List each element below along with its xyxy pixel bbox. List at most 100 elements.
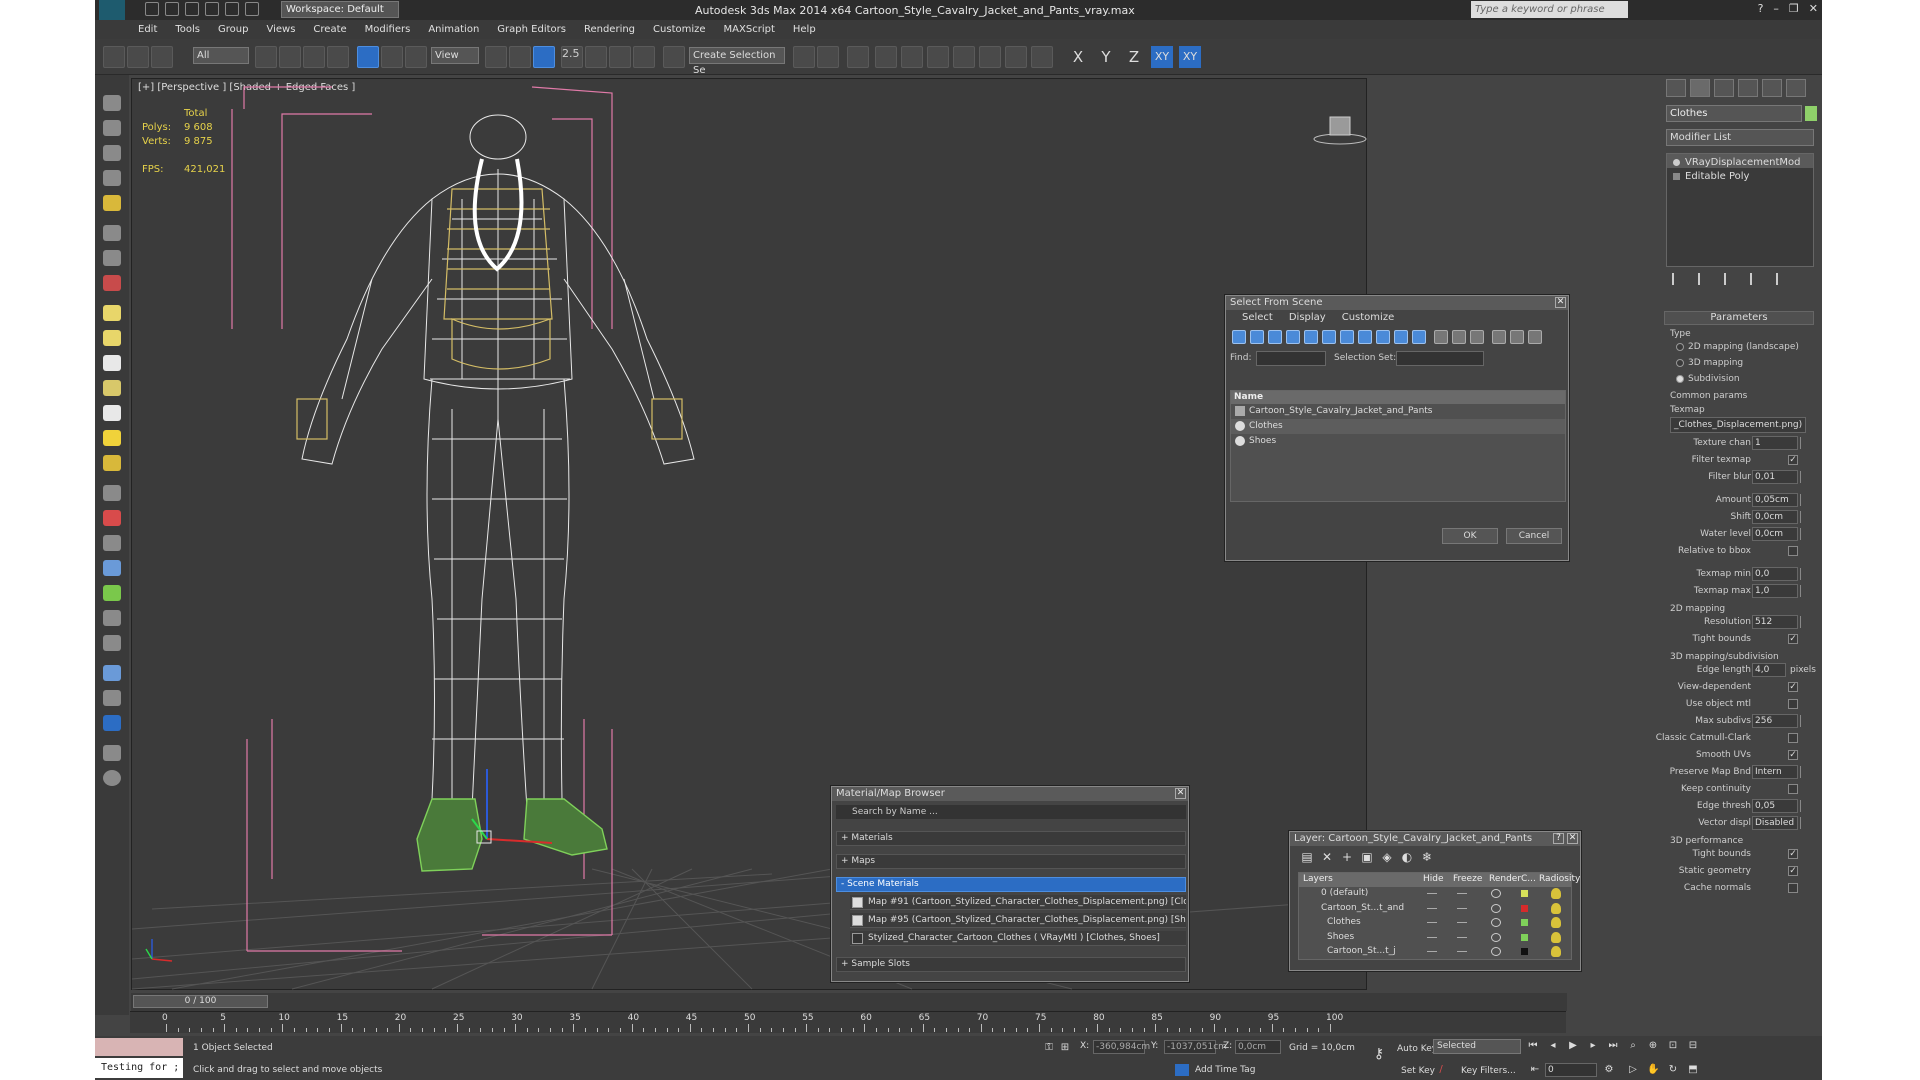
layer-row[interactable]: Clothes [1299,916,1571,931]
cone-icon[interactable] [103,405,121,421]
window-crossing-icon[interactable] [327,46,349,68]
zoom-extents-all-icon[interactable]: ⊟ [1687,1040,1699,1052]
spinner-arrows-icon[interactable] [1800,766,1806,778]
hide-toggle[interactable] [1427,922,1437,923]
create-grid-icon[interactable] [103,170,121,186]
minimize-icon[interactable]: – [1773,2,1779,15]
render-teapot-icon[interactable] [1491,889,1501,898]
time-slider-track[interactable]: 0 / 100 [131,993,1567,1011]
bind-space-warp-icon[interactable] [151,46,173,68]
previous-frame-icon[interactable]: ◂ [1547,1040,1559,1052]
select-object-icon[interactable] [255,46,277,68]
hair-icon[interactable] [103,635,121,651]
ok-button[interactable]: OK [1442,528,1498,544]
menu-modifiers[interactable]: Modifiers [356,20,420,39]
freeze-toggle[interactable] [1457,936,1467,938]
param-checkbox[interactable]: ✓ [1788,849,1798,859]
select-by-name-icon[interactable] [279,46,301,68]
pin-stack-icon[interactable] [1672,273,1682,285]
menu-group[interactable]: Group [209,20,257,39]
light-icon[interactable] [103,195,121,211]
spinner-arrows-icon[interactable] [1800,817,1806,829]
layer-row[interactable]: Cartoon_St...t_and [1299,902,1571,917]
layer-color-swatch[interactable] [1521,904,1528,912]
zoom-extents-icon[interactable]: ⊡ [1667,1040,1679,1052]
object-name-field[interactable]: Clothes [1666,105,1802,122]
select-and-rotate-icon[interactable] [381,46,403,68]
section-materials[interactable]: + Materials [836,831,1186,846]
orbit-icon[interactable]: ↻ [1667,1064,1679,1076]
time-config-icon[interactable]: ⚙ [1603,1064,1615,1076]
close-icon[interactable]: ✕ [1555,297,1566,308]
pivot-center-icon[interactable] [485,46,507,68]
time-tag-icon[interactable] [1175,1064,1189,1076]
col-color[interactable]: C... [1521,874,1536,884]
menu-edit[interactable]: Edit [129,20,166,39]
render-production-icon[interactable] [1005,46,1027,68]
radio-subdivision[interactable]: Subdivision [1664,371,1815,387]
link-icon[interactable] [103,46,125,68]
name-column-header[interactable]: Name [1231,391,1565,404]
axis-xy-cycle-button[interactable]: XY [1179,46,1201,68]
open-file-icon[interactable] [165,2,179,16]
render-teapot-icon[interactable] [1491,918,1501,927]
add-to-layer-icon[interactable]: + [1340,850,1354,864]
angle-snap-icon[interactable] [585,46,607,68]
menu-customize[interactable]: Customize [1334,310,1403,326]
hide-toggle[interactable] [1427,907,1437,909]
create-layer-icon[interactable]: ▤ [1300,850,1314,864]
display-all-icon[interactable] [1434,330,1448,344]
param-checkbox[interactable] [1788,699,1798,709]
select-and-scale-icon[interactable] [405,46,427,68]
display-shapes-icon[interactable] [1250,330,1264,344]
key-icon[interactable]: ⚷ [1373,1047,1385,1061]
save-file-icon[interactable] [185,2,199,16]
display-geometry-icon[interactable] [1232,330,1246,344]
list-item[interactable]: Shoes [1231,434,1565,449]
torus-icon[interactable] [103,380,121,396]
menu-customize[interactable]: Customize [644,20,715,39]
layer-manager-icon[interactable] [847,46,869,68]
axis-z-button[interactable]: Z [1123,46,1145,68]
list-item[interactable]: Clothes [1231,419,1565,434]
absolute-mode-icon[interactable]: ⊞ [1059,1042,1071,1054]
param-spinner-field[interactable]: 4,0 [1752,663,1786,677]
radiosity-bulb-icon[interactable] [1551,902,1561,914]
maxscript-listener-input[interactable]: Testing for ; [95,1058,183,1078]
find-input[interactable] [1256,351,1326,366]
create-plane-icon[interactable] [103,145,121,161]
radiosity-bulb-icon[interactable] [1551,888,1561,899]
spinner-arrows-icon[interactable] [1800,494,1806,506]
selection-filter-dropdown[interactable]: All [193,47,249,64]
spinner-arrows-icon[interactable] [1800,568,1806,580]
col-radiosity[interactable]: Radiosity [1539,874,1580,884]
default-in-out-icon[interactable]: / [1435,1064,1447,1076]
spinner-arrows-icon[interactable] [1800,616,1806,628]
radio-2d-mapping[interactable]: 2D mapping (landscape) [1664,339,1815,355]
maximize-viewport-icon[interactable]: ⬒ [1687,1064,1699,1076]
scripts-icon[interactable] [103,690,121,706]
freeze-toggle[interactable] [1457,907,1467,909]
bulb-icon[interactable] [1673,159,1680,166]
layer-color-swatch[interactable] [1521,948,1528,955]
new-file-icon[interactable] [145,2,159,16]
key-selection-dropdown[interactable]: Selected [1433,1039,1521,1054]
edit-named-selection-icon[interactable] [663,46,685,68]
configure-sets-icon[interactable] [1776,273,1786,285]
utilities-icon[interactable] [103,745,121,761]
pan-view-icon[interactable]: ✋ [1647,1064,1659,1076]
layer-row[interactable]: Shoes [1299,931,1571,946]
radio-3d-mapping[interactable]: 3D mapping [1664,355,1815,371]
unlink-icon[interactable] [127,46,149,68]
close-icon[interactable]: ✕ [1809,2,1818,15]
camera-icon[interactable] [103,225,121,241]
help-circle-icon[interactable] [103,770,121,786]
create-tab-icon[interactable] [1666,79,1686,97]
param-spinner-field[interactable]: 0,0cm [1752,527,1798,541]
filter-icon[interactable] [1492,330,1506,344]
stack-item-editable-poly[interactable]: Editable Poly [1667,168,1813,182]
current-frame-field[interactable]: 0 [1545,1063,1597,1077]
display-tab-icon[interactable] [1762,79,1782,97]
display-xrefs-icon[interactable] [1358,330,1372,344]
select-in-layer-icon[interactable]: ▣ [1360,850,1374,864]
